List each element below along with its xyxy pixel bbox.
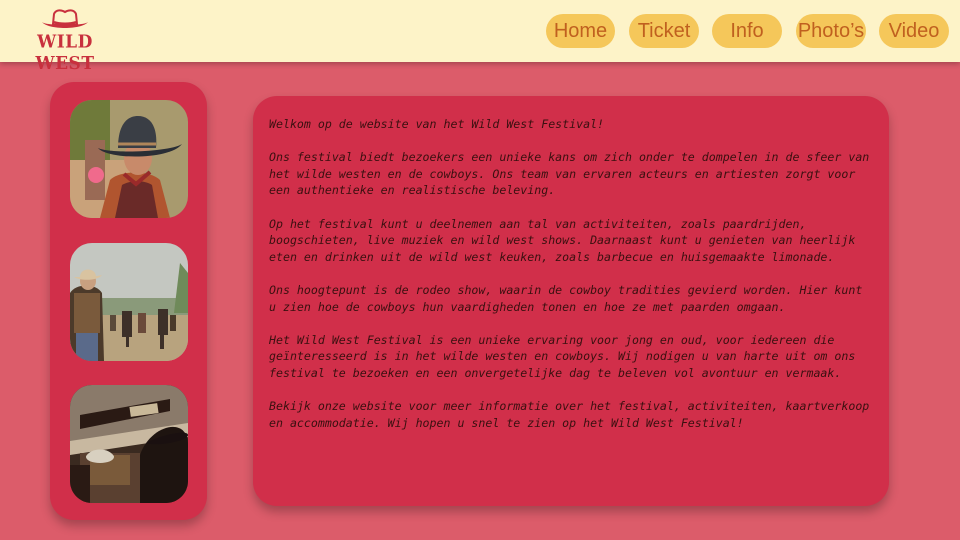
nav-info-button[interactable]: Info bbox=[712, 14, 782, 48]
header-bar: WILD WEST Home Ticket Info Photo’s Video bbox=[0, 0, 960, 74]
intro-paragraph: Welkom op de website van het Wild West F… bbox=[269, 117, 605, 131]
nav-home-button[interactable]: Home bbox=[546, 14, 615, 48]
welcome-text: Welkom op de website van het Wild West F… bbox=[269, 116, 873, 431]
festival-paragraph: Ons festival biedt bezoekers een unieke … bbox=[269, 150, 870, 198]
welcome-content-card: Welkom op de website van het Wild West F… bbox=[253, 96, 889, 506]
rodeo-paragraph: Ons hoogtepunt is de rodeo show, waarin … bbox=[269, 282, 863, 314]
nav-ticket-button[interactable]: Ticket bbox=[629, 14, 699, 48]
closing-paragraph: Bekijk onze website voor meer informatie… bbox=[269, 399, 870, 430]
logo-wordmark: WILD WEST bbox=[35, 32, 95, 74]
nav-photos-button[interactable]: Photo’s bbox=[796, 14, 866, 48]
activities-paragraph: Op het festival kunt u deelnemen aan tal… bbox=[269, 216, 856, 264]
experience-paragraph: Het Wild West Festival is een unieke erv… bbox=[269, 332, 856, 380]
cowboy-with-hat-photo bbox=[70, 100, 188, 218]
nav-video-button[interactable]: Video bbox=[879, 14, 949, 48]
site-logo[interactable]: WILD WEST bbox=[22, 8, 108, 74]
cowboys-at-festival-photo bbox=[70, 243, 188, 361]
photo-sidebar bbox=[50, 82, 207, 520]
saloon-scene-photo bbox=[70, 385, 188, 503]
